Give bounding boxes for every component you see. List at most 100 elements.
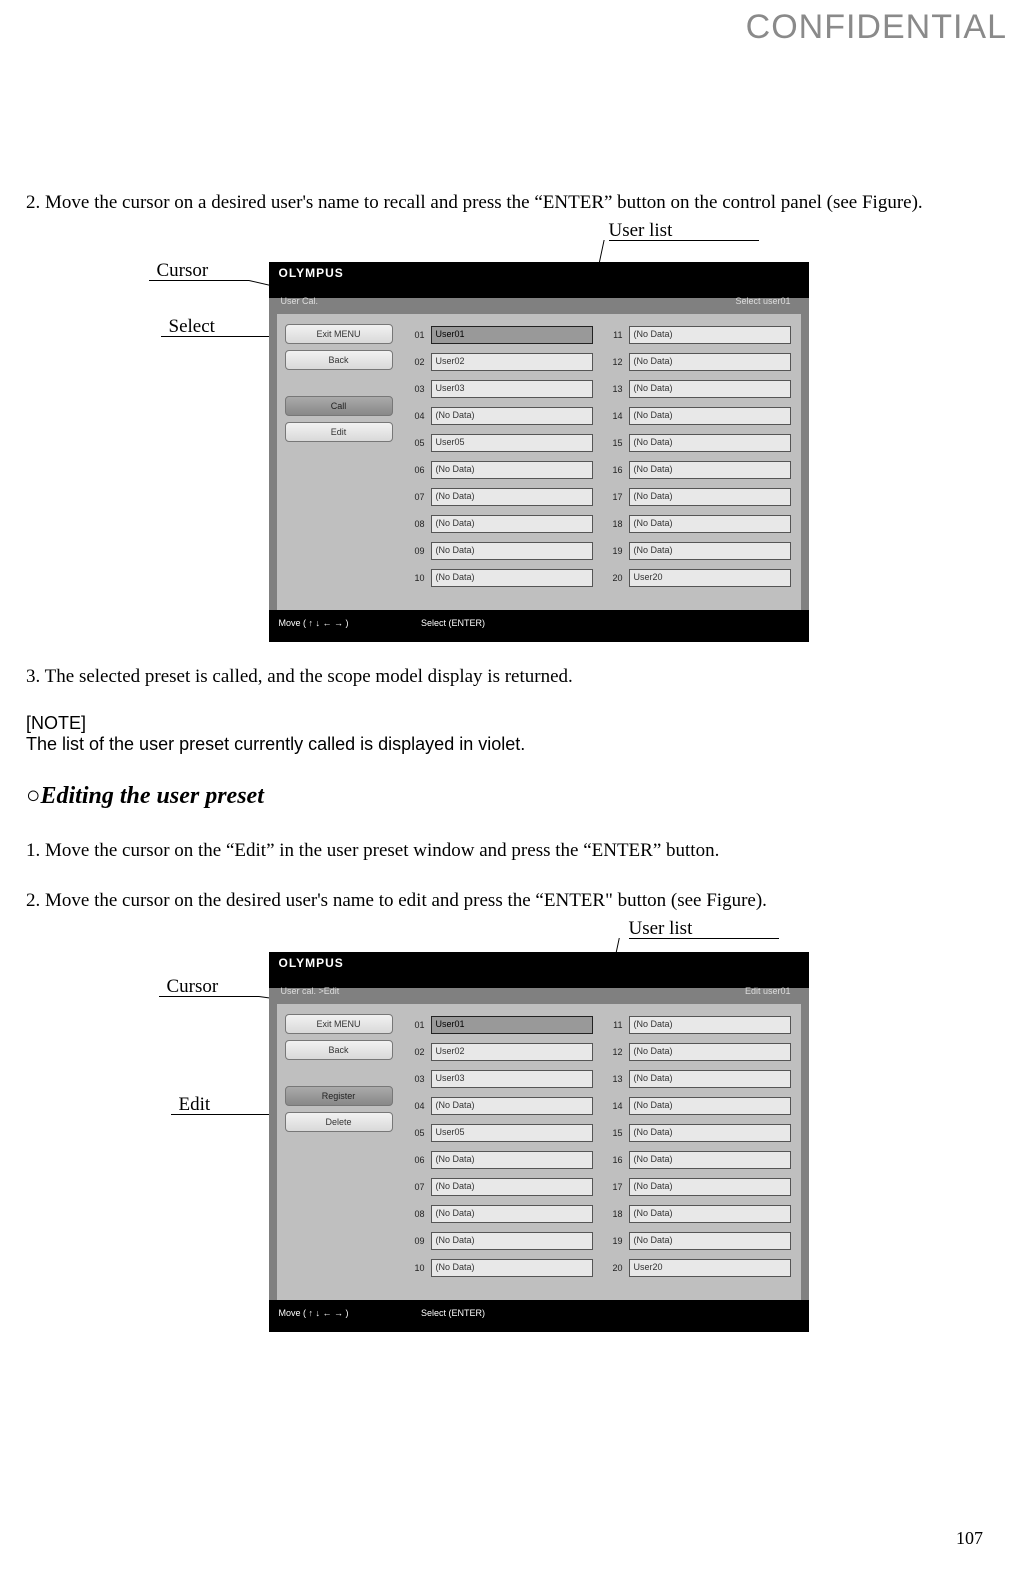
user-list-row[interactable]: 19(No Data)	[605, 540, 791, 562]
user-field[interactable]: (No Data)	[431, 1259, 593, 1277]
back-button-2[interactable]: Back	[285, 1040, 393, 1060]
user-field[interactable]: (No Data)	[629, 1178, 791, 1196]
user-list-row[interactable]: 20User20	[605, 1257, 791, 1279]
user-list-row[interactable]: 17(No Data)	[605, 486, 791, 508]
user-list-row[interactable]: 16(No Data)	[605, 459, 791, 481]
user-list-row[interactable]: 02 User02	[407, 351, 593, 373]
call-button[interactable]: Call	[285, 396, 393, 416]
user-field[interactable]: (No Data)	[431, 1097, 593, 1115]
user-list-row[interactable]: 11(No Data)	[605, 324, 791, 346]
user-list-row[interactable]: 18(No Data)	[605, 513, 791, 535]
user-field[interactable]: (No Data)	[431, 1151, 593, 1169]
callout-user-list-2: User list	[629, 918, 693, 940]
user-number: 02	[407, 357, 425, 367]
user-list-row[interactable]: 18(No Data)	[605, 1203, 791, 1225]
user-list-col-right: 11(No Data) 12(No Data) 13(No Data) 14(No D…	[605, 324, 791, 600]
user-number: 19	[605, 1236, 623, 1246]
user-list-row[interactable]: 15 (No Data)	[605, 1122, 791, 1144]
register-button[interactable]: Register	[285, 1086, 393, 1106]
user-field[interactable]: (No Data)	[431, 488, 593, 506]
user-field[interactable]: User01	[431, 326, 593, 344]
user-list-row[interactable]: 04(No Data)	[407, 405, 593, 427]
user-list-row[interactable]: 11(No Data)	[605, 1014, 791, 1036]
callout-cursor-2-underline	[159, 996, 259, 997]
user-field[interactable]: (No Data)	[431, 1205, 593, 1223]
user-list-row[interactable]: 10(No Data)	[407, 1257, 593, 1279]
user-field[interactable]: (No Data)	[629, 488, 791, 506]
user-field[interactable]: User05	[431, 1124, 593, 1142]
user-field[interactable]: (No Data)	[431, 1178, 593, 1196]
user-field[interactable]: (No Data)	[629, 542, 791, 560]
user-list-row[interactable]: 03User03	[407, 1068, 593, 1090]
user-field[interactable]: (No Data)	[629, 1151, 791, 1169]
page-number: 107	[956, 1528, 983, 1549]
user-field[interactable]: (No Data)	[629, 1124, 791, 1142]
user-field[interactable]: (No Data)	[629, 434, 791, 452]
user-field[interactable]: (No Data)	[629, 326, 791, 344]
user-field[interactable]: User05	[431, 434, 593, 452]
user-number: 15	[605, 1128, 623, 1138]
user-list-row[interactable]: 06(No Data)	[407, 1149, 593, 1171]
user-field[interactable]: (No Data)	[629, 1016, 791, 1034]
user-list-row[interactable]: 19 (No Data)	[605, 1230, 791, 1252]
user-list-row[interactable]: 20User20	[605, 567, 791, 589]
user-field[interactable]: (No Data)	[629, 1232, 791, 1250]
user-list-row[interactable]: 01User01	[407, 324, 593, 346]
exit-menu-button[interactable]: Exit MENU	[285, 324, 393, 344]
user-list-row[interactable]: 15(No Data)	[605, 432, 791, 454]
delete-button[interactable]: Delete	[285, 1112, 393, 1132]
user-field[interactable]: (No Data)	[629, 1097, 791, 1115]
user-field[interactable]: User01	[431, 1016, 593, 1034]
user-list-row[interactable]: 10(No Data)	[407, 567, 593, 589]
user-field[interactable]: (No Data)	[431, 461, 593, 479]
user-field[interactable]: (No Data)	[629, 353, 791, 371]
user-field[interactable]: User20	[629, 1259, 791, 1277]
user-list-row[interactable]: 02 User02	[407, 1041, 593, 1063]
user-list-row[interactable]: 03User03	[407, 378, 593, 400]
user-field[interactable]: User02	[431, 353, 593, 371]
user-list-row[interactable]: 12(No Data)	[605, 1041, 791, 1063]
user-field[interactable]: (No Data)	[629, 1205, 791, 1223]
user-field[interactable]: (No Data)	[431, 1232, 593, 1250]
user-list-row[interactable]: 12(No Data)	[605, 351, 791, 373]
user-number: 14	[605, 1101, 623, 1111]
user-list-row[interactable]: 13(No Data)	[605, 1068, 791, 1090]
user-list-row[interactable]: 05User05	[407, 432, 593, 454]
user-list-row[interactable]: 14 (No Data)	[605, 1095, 791, 1117]
user-list-row[interactable]: 05User05	[407, 1122, 593, 1144]
user-field[interactable]: (No Data)	[431, 407, 593, 425]
user-list-row[interactable]: 04(No Data)	[407, 1095, 593, 1117]
user-list-row[interactable]: 08(No Data)	[407, 1203, 593, 1225]
user-field[interactable]: (No Data)	[431, 569, 593, 587]
user-field[interactable]: (No Data)	[629, 1043, 791, 1061]
user-field[interactable]: User03	[431, 380, 593, 398]
user-field[interactable]: (No Data)	[629, 515, 791, 533]
user-field[interactable]: (No Data)	[629, 407, 791, 425]
user-number: 02	[407, 1047, 425, 1057]
user-field[interactable]: User20	[629, 569, 791, 587]
callout-edit: Edit	[179, 1094, 211, 1116]
edit-button[interactable]: Edit	[285, 422, 393, 442]
back-button[interactable]: Back	[285, 350, 393, 370]
user-field[interactable]: (No Data)	[629, 461, 791, 479]
user-field[interactable]: (No Data)	[431, 515, 593, 533]
user-field[interactable]: (No Data)	[431, 542, 593, 560]
user-list-row[interactable]: 07 (No Data)	[407, 486, 593, 508]
device-footer: Move ( ↑ ↓ ← → ) Select (ENTER)	[269, 610, 809, 642]
user-list-row[interactable]: 08(No Data)	[407, 513, 593, 535]
user-field[interactable]: (No Data)	[629, 1070, 791, 1088]
user-field[interactable]: User02	[431, 1043, 593, 1061]
user-number: 07	[407, 492, 425, 502]
user-list-row[interactable]: 17(No Data)	[605, 1176, 791, 1198]
user-list-row[interactable]: 09(No Data)	[407, 540, 593, 562]
user-list-row[interactable]: 06(No Data)	[407, 459, 593, 481]
user-list-row[interactable]: 16(No Data)	[605, 1149, 791, 1171]
user-field[interactable]: User03	[431, 1070, 593, 1088]
exit-menu-button-2[interactable]: Exit MENU	[285, 1014, 393, 1034]
user-field[interactable]: (No Data)	[629, 380, 791, 398]
user-list-row[interactable]: 07(No Data)	[407, 1176, 593, 1198]
user-list-row[interactable]: 14(No Data)	[605, 405, 791, 427]
user-list-row[interactable]: 13(No Data)	[605, 378, 791, 400]
user-list-row[interactable]: 01User01	[407, 1014, 593, 1036]
user-list-row[interactable]: 09(No Data)	[407, 1230, 593, 1252]
